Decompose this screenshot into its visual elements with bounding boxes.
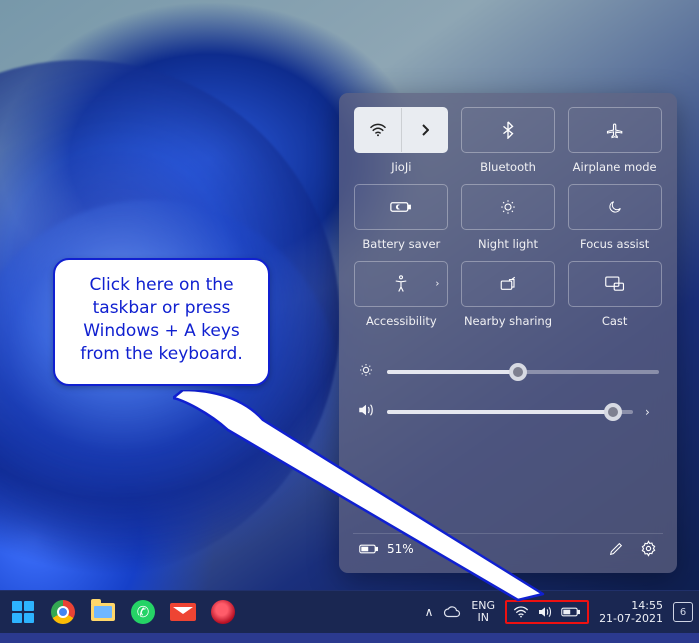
taskbar-app-explorer[interactable] <box>86 595 120 629</box>
edit-icon[interactable] <box>608 541 624 557</box>
volume-thumb[interactable] <box>604 403 622 421</box>
battery-status-text[interactable]: 51% <box>387 542 414 556</box>
tile-label-bluetooth: Bluetooth <box>480 160 536 174</box>
volume-icon <box>537 605 553 619</box>
flyout-bottom-bar: 51% <box>353 533 663 559</box>
taskbar-clock[interactable]: 14:55 21-07-2021 <box>599 599 663 625</box>
quick-settings-trigger[interactable] <box>505 600 589 624</box>
tile-nearby-sharing[interactable] <box>461 261 555 307</box>
accessibility-icon <box>393 275 409 293</box>
notification-count: 6 <box>680 607 686 618</box>
volume-icon <box>357 402 375 422</box>
chevron-right-icon: › <box>435 279 439 290</box>
airplane-icon <box>606 121 624 139</box>
tile-bluetooth[interactable] <box>461 107 555 153</box>
tile-label-accessibility: Accessibility <box>366 314 437 328</box>
taskbar-app-whatsapp[interactable]: ✆ <box>126 595 160 629</box>
start-button[interactable] <box>6 595 40 629</box>
mail-icon <box>170 603 196 621</box>
file-explorer-icon <box>91 603 115 621</box>
chrome-icon <box>51 600 75 624</box>
brightness-slider[interactable] <box>353 362 663 382</box>
wifi-toggle[interactable] <box>355 108 401 152</box>
volume-expand[interactable]: › <box>645 405 659 419</box>
taskbar: ✆ ∧ ENG IN 14:55 21-07-2021 6 <box>0 590 699 633</box>
taskbar-app-mail[interactable] <box>166 595 200 629</box>
battery-icon <box>359 543 379 555</box>
whatsapp-icon: ✆ <box>131 600 155 624</box>
clock-date: 21-07-2021 <box>599 612 663 625</box>
tray-overflow-chevron[interactable]: ∧ <box>425 605 434 619</box>
taskbar-pinned-apps: ✆ <box>0 595 240 629</box>
wifi-expand[interactable] <box>401 108 448 152</box>
tile-night-light[interactable] <box>461 184 555 230</box>
tile-label-battery-saver: Battery saver <box>362 237 440 251</box>
tile-label-wifi: JioJi <box>391 160 411 174</box>
tile-accessibility[interactable]: › <box>354 261 448 307</box>
instruction-callout: Click here on the taskbar or press Windo… <box>53 258 270 386</box>
tile-wifi[interactable] <box>354 107 448 153</box>
quick-settings-flyout: JioJi Bluetooth Airplane mode Battery sa… <box>339 93 677 573</box>
windows-logo-icon <box>12 601 34 623</box>
language-bottom: IN <box>471 612 495 624</box>
settings-icon[interactable] <box>640 540 657 557</box>
notification-center-button[interactable]: 6 <box>673 602 693 622</box>
opera-icon <box>211 600 235 624</box>
callout-text: Click here on the taskbar or press Windo… <box>80 275 243 364</box>
cast-icon <box>605 276 625 292</box>
volume-track[interactable] <box>387 410 633 414</box>
taskbar-app-chrome[interactable] <box>46 595 80 629</box>
tile-cast[interactable] <box>568 261 662 307</box>
tile-focus-assist[interactable] <box>568 184 662 230</box>
taskbar-app-opera[interactable] <box>206 595 240 629</box>
bluetooth-icon <box>502 121 514 139</box>
nearby-share-icon <box>499 276 517 292</box>
brightness-icon <box>357 362 375 382</box>
wifi-icon <box>369 123 387 137</box>
focus-assist-icon <box>607 199 623 215</box>
tile-label-night-light: Night light <box>478 237 538 251</box>
language-indicator[interactable]: ENG IN <box>471 600 495 624</box>
tile-label-airplane: Airplane mode <box>573 160 657 174</box>
tile-label-focus-assist: Focus assist <box>580 237 649 251</box>
brightness-thumb[interactable] <box>509 363 527 381</box>
tile-battery-saver[interactable] <box>354 184 448 230</box>
system-tray: ∧ ENG IN 14:55 21-07-2021 6 <box>425 591 699 633</box>
wifi-icon <box>513 606 529 618</box>
tile-airplane-mode[interactable] <box>568 107 662 153</box>
tile-label-cast: Cast <box>602 314 628 328</box>
cloud-icon[interactable] <box>443 606 461 618</box>
tile-label-nearby-sharing: Nearby sharing <box>464 314 552 328</box>
battery-saver-icon <box>390 200 412 214</box>
battery-icon <box>561 606 581 618</box>
quick-settings-tiles-grid: JioJi Bluetooth Airplane mode Battery sa… <box>353 107 663 328</box>
chevron-right-icon <box>421 124 429 136</box>
brightness-track[interactable] <box>387 370 659 374</box>
volume-slider[interactable]: › <box>353 402 663 422</box>
night-light-icon <box>499 198 517 216</box>
clock-time: 14:55 <box>599 599 663 612</box>
